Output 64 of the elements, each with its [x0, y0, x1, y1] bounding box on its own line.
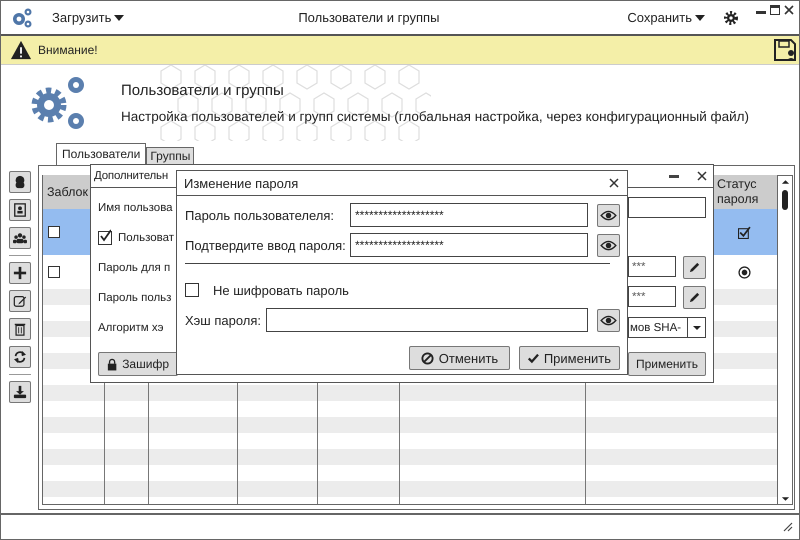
encrypt-button[interactable]: Зашифр [98, 352, 178, 376]
plus-icon[interactable] [8, 262, 30, 284]
eye-icon[interactable] [597, 234, 620, 256]
trash-icon[interactable] [8, 318, 30, 340]
cancel-icon [420, 352, 434, 364]
field-label: Пароль польз [98, 292, 172, 304]
field-label: Пароль пользователеля: [185, 208, 336, 222]
scroll-down-icon[interactable] [780, 496, 790, 502]
user-icon[interactable] [8, 171, 30, 193]
edit-icon[interactable] [8, 290, 30, 312]
caret-icon [692, 324, 702, 330]
caret-icon [114, 14, 124, 20]
hash-field[interactable] [266, 308, 588, 332]
window-title: Пользователи и группы [297, 10, 440, 25]
refresh-icon[interactable] [8, 346, 30, 368]
group-icon[interactable] [8, 227, 30, 249]
lock-icon [107, 358, 118, 370]
page-subtitle: Настройка пользователей и групп системы (глобальная настройка, через конфигурационный файл) [121, 109, 750, 124]
warning-text: Внимание! [38, 43, 99, 57]
pencil-icon[interactable] [683, 256, 706, 279]
cancel-button[interactable]: Отменить [409, 346, 510, 370]
checkbox[interactable] [185, 283, 199, 297]
download-icon[interactable] [8, 381, 30, 403]
password-field[interactable]: ******************* [350, 203, 588, 227]
save-user-icon[interactable] [773, 38, 797, 62]
tab[interactable]: Пользователи [56, 143, 146, 166]
field-label: Имя пользова [98, 202, 173, 214]
text-field[interactable] [628, 197, 706, 218]
field-label: Пароль для п [98, 262, 170, 274]
resize-grip-icon[interactable] [783, 522, 793, 532]
scrollbar[interactable] [777, 175, 793, 505]
checkbox[interactable] [48, 266, 60, 278]
settings-icon[interactable] [723, 10, 739, 26]
close-icon[interactable] [783, 4, 795, 16]
eye-icon[interactable] [597, 308, 620, 332]
checkmark-icon [528, 352, 539, 364]
scroll-thumb[interactable] [782, 190, 788, 210]
field-label: Алгоритм хэ [98, 322, 164, 334]
caret-icon [695, 14, 705, 20]
save-menu[interactable]: Сохранить [623, 10, 709, 25]
dialog-title: Изменение пароля [184, 176, 298, 190]
eye-icon[interactable] [597, 204, 620, 226]
close-icon[interactable] [608, 177, 620, 189]
maximize-icon[interactable] [769, 4, 781, 16]
algorithm-select[interactable]: мов SHA- [628, 317, 706, 338]
password-field[interactable]: *** [628, 286, 676, 307]
checkbox-label: Пользоват [118, 232, 174, 244]
checkbox-label: Не шифровать пароль [213, 282, 349, 298]
scroll-up-icon[interactable] [780, 179, 790, 185]
close-icon[interactable] [696, 170, 708, 182]
checkbox[interactable] [48, 226, 60, 238]
apply-button[interactable]: Применить [519, 346, 620, 370]
page-title: Пользователи и группы [121, 82, 285, 99]
password-field[interactable]: *** [628, 256, 676, 277]
pencil-icon[interactable] [683, 286, 706, 309]
column-header: Статус пароля [716, 176, 760, 208]
dialog-title: Дополнительн [94, 170, 168, 182]
warning-icon [10, 39, 32, 61]
apply-button[interactable]: Применить [628, 352, 706, 376]
gears-icon[interactable] [10, 6, 34, 30]
password-field[interactable]: ******************* [350, 233, 588, 257]
contacts-icon[interactable] [8, 199, 30, 221]
load-menu[interactable]: Загрузить [48, 10, 128, 25]
checkbox[interactable] [98, 230, 112, 244]
